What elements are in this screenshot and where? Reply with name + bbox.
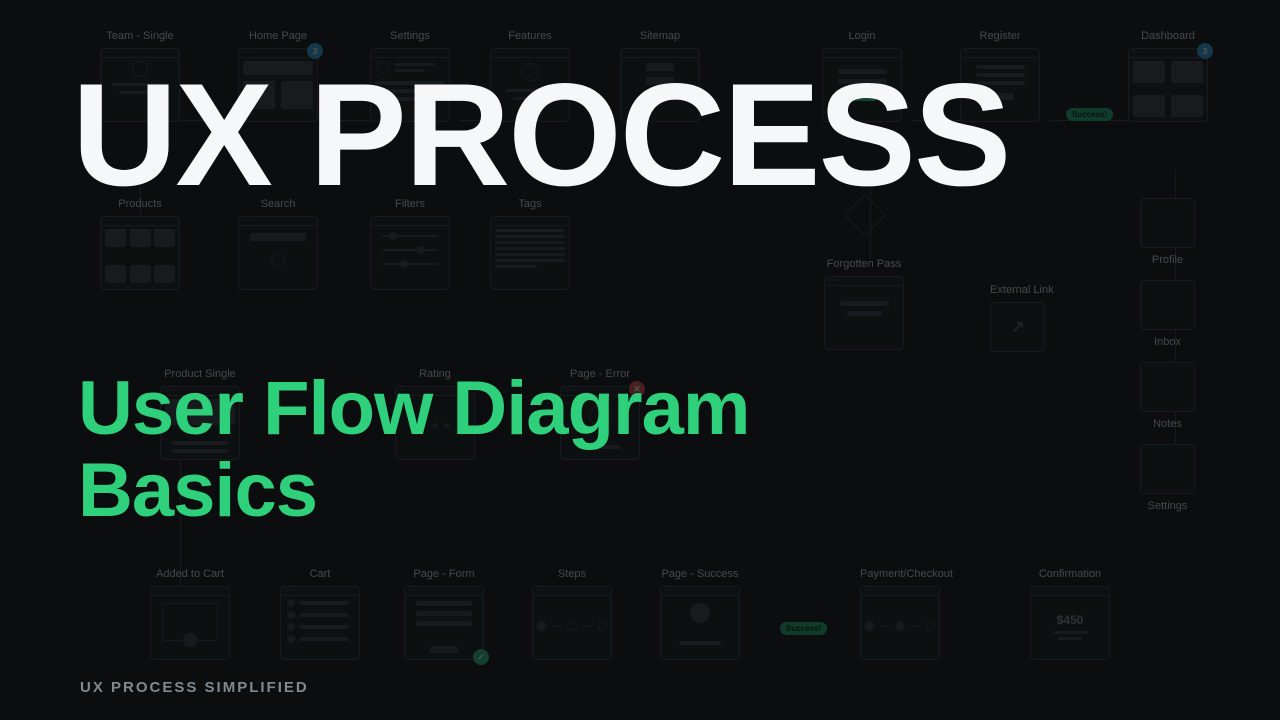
node-label: Added to Cart — [150, 568, 230, 580]
node-label: Dashboard — [1128, 30, 1208, 42]
node-label: Login — [822, 30, 902, 42]
node-label: Sitemap — [620, 30, 700, 42]
pill-login-success: Success! — [1066, 108, 1113, 121]
node-label: Inbox — [1140, 336, 1195, 348]
node-notes: Notes — [1140, 362, 1195, 430]
node-label: Confirmation — [1030, 568, 1110, 580]
node-label: Forgotten Pass — [824, 258, 904, 270]
node-label: Steps — [532, 568, 612, 580]
node-added-to-cart: Added to Cart — [150, 568, 230, 660]
pill-payment-success: Success! — [780, 622, 827, 635]
node-label: Profile — [1140, 254, 1195, 266]
node-page-form: Page - Form ✓ — [404, 568, 484, 660]
node-settings2: Settings — [1140, 444, 1195, 512]
subtitle: User Flow Diagram Basics — [78, 368, 749, 532]
subtitle-line2: Basics — [78, 450, 749, 532]
node-confirmation: Confirmation $450 — [1030, 568, 1110, 660]
node-inbox: Inbox — [1140, 280, 1195, 348]
subtitle-line1: User Flow Diagram — [78, 368, 749, 450]
node-cart: Cart — [280, 568, 360, 660]
node-label: Payment/Checkout — [860, 568, 953, 580]
node-label: Team - Single — [100, 30, 180, 42]
node-label: Cart — [280, 568, 360, 580]
node-label: Notes — [1140, 418, 1195, 430]
node-page-success: Page - Success — [660, 568, 740, 660]
node-steps: Steps — [532, 568, 612, 660]
node-label: Settings — [370, 30, 450, 42]
node-forgotten-pass: Forgotten Pass — [824, 258, 904, 350]
node-label: Page - Success — [660, 568, 740, 580]
node-external-link: External Link ↗ — [990, 284, 1054, 352]
external-link-icon: ↗ — [1010, 317, 1025, 338]
badge-count: 3 — [1197, 43, 1213, 59]
main-title: UX PROCESS — [72, 62, 1009, 208]
node-label: Features — [490, 30, 570, 42]
node-label: External Link — [990, 284, 1054, 296]
node-dashboard: Dashboard 3 — [1128, 30, 1208, 122]
node-payment-checkout: Payment/Checkout — [860, 568, 953, 660]
node-label: Settings — [1140, 500, 1195, 512]
confirmation-amount: $450 — [1057, 613, 1084, 627]
node-profile: Profile — [1140, 198, 1195, 266]
node-label: Register — [960, 30, 1040, 42]
footer-caption: UX PROCESS SIMPLIFIED — [80, 679, 309, 696]
node-label: Home Page — [238, 30, 318, 42]
node-label: Page - Form — [404, 568, 484, 580]
